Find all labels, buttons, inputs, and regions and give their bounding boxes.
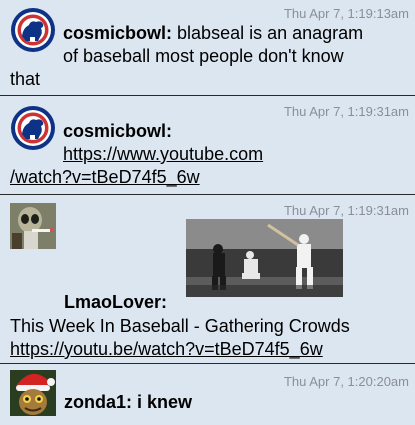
chat-message: Thu Apr 7, 1:19:31am LmaoLover: This Wee… xyxy=(0,195,415,363)
chat-message: Thu Apr 7, 1:20:20am zonda1: i knew xyxy=(0,364,415,425)
message-line: cosmicbowl: blabseal is an anagram xyxy=(63,22,363,44)
message-text: i knew xyxy=(132,392,193,412)
santa-hat-avatar-icon xyxy=(10,370,56,416)
chat-message: Thu Apr 7, 1:19:13am cosmicbowl: blabsea… xyxy=(0,0,415,95)
message-username[interactable]: LmaoLover: xyxy=(64,291,167,313)
message-link[interactable]: https://youtu.be/watch?v=tBeD74f5_6w xyxy=(10,338,323,360)
alien-smoking-avatar-icon xyxy=(10,203,56,249)
message-username[interactable]: cosmicbowl: xyxy=(63,23,172,43)
cubs-bear-logo-icon xyxy=(11,106,55,150)
message-timestamp: Thu Apr 7, 1:19:13am xyxy=(283,6,409,21)
zonda1-avatar[interactable] xyxy=(10,370,56,416)
cubs-logo-avatar[interactable] xyxy=(10,7,56,53)
message-text-line: of baseball most people don't know xyxy=(63,46,344,66)
message-link-continued[interactable]: /watch?v=tBeD74f5_6w xyxy=(10,166,200,188)
message-line: zonda1: i knew xyxy=(64,391,192,413)
video-thumbnail[interactable] xyxy=(186,219,343,297)
message-timestamp: Thu Apr 7, 1:19:31am xyxy=(283,203,409,218)
message-timestamp: Thu Apr 7, 1:19:31am xyxy=(283,104,409,119)
chat-message: Thu Apr 7, 1:19:31am cosmicbowl: https:/… xyxy=(0,96,415,194)
message-username[interactable]: cosmicbowl: xyxy=(63,120,172,142)
message-username[interactable]: zonda1: xyxy=(64,392,132,412)
message-text-line: that xyxy=(10,69,41,89)
message-text: blabseal is an anagram xyxy=(172,23,364,43)
cubs-logo-avatar[interactable] xyxy=(10,105,56,151)
message-timestamp: Thu Apr 7, 1:20:20am xyxy=(283,374,409,389)
message-text: This Week In Baseball - Gathering Crowds xyxy=(10,316,350,336)
cubs-bear-logo-icon xyxy=(11,8,55,52)
message-link[interactable]: https://www.youtube.com xyxy=(63,143,263,165)
baseball-video-thumbnail-icon xyxy=(186,219,343,297)
lmaolover-avatar[interactable] xyxy=(10,203,56,249)
